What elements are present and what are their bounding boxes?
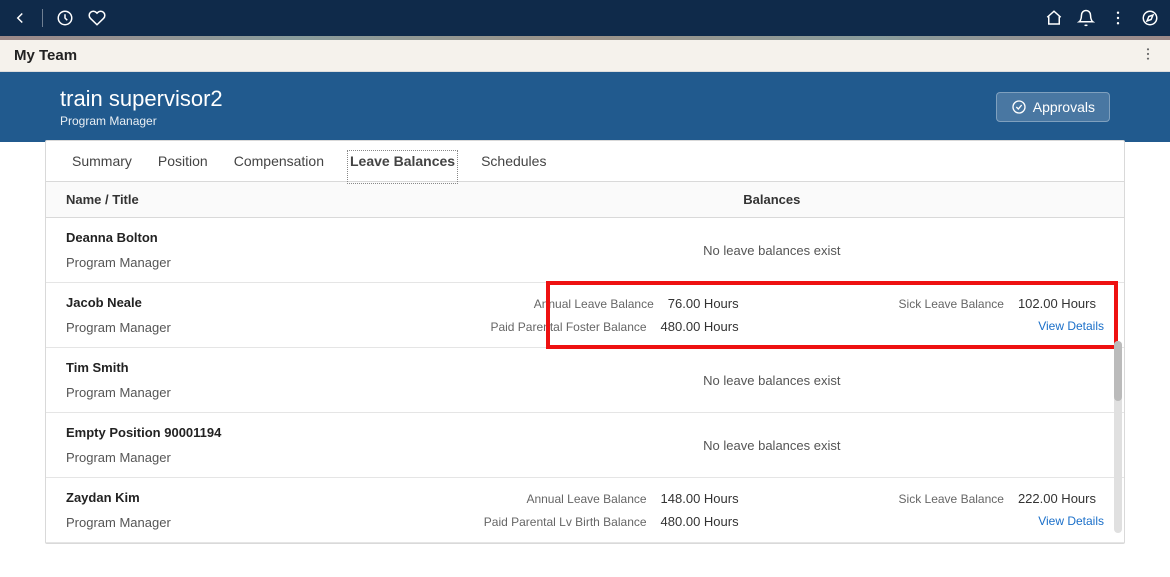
employee-name: Deanna Bolton [66,230,440,245]
approvals-label: Approvals [1033,99,1095,115]
accent-strip [0,36,1170,40]
employee-title: Program Manager [66,320,440,335]
table-row: Deanna Bolton Program ManagerNo leave bal… [46,218,1124,283]
content-card: Summary Position Compensation Leave Balance… [45,140,1125,544]
balance-label: Paid Parental Foster Balance [490,320,646,334]
balance-value: 148.00 Hours [661,491,739,506]
table-row: Empty Position 90001194 Program ManagerNo… [46,413,1124,478]
employee-title: Program Manager [66,450,440,465]
tab-compensation[interactable]: Compensation [234,153,324,181]
balance-value: 76.00 Hours [668,296,739,311]
balance-label: Annual Leave Balance [534,297,654,311]
tab-summary[interactable]: Summary [72,153,132,181]
employee-name: Zaydan Kim [66,490,440,505]
balance-label: Sick Leave Balance [899,492,1004,506]
column-name: Name / Title [66,192,440,207]
top-nav-bar [0,0,1170,36]
employee-title: Program Manager [66,385,440,400]
tab-position[interactable]: Position [158,153,208,181]
tabs: Summary Position Compensation Leave Balance… [46,141,1124,182]
tab-leave-balances[interactable]: Leave Balances [350,153,455,181]
home-icon[interactable] [1044,8,1064,28]
favorite-icon[interactable] [87,8,107,28]
page-title: My Team [14,47,77,64]
balance-label: Paid Parental Lv Birth Balance [484,515,647,529]
supervisor-role: Program Manager [60,114,223,128]
balance-value: 480.00 Hours [661,514,739,529]
balance-value: 480.00 Hours [661,319,739,334]
check-circle-icon [1011,99,1027,115]
approvals-button[interactable]: Approvals [996,92,1110,122]
scrollbar-thumb[interactable] [1114,341,1122,401]
no-balances-text: No leave balances exist [440,243,1104,258]
employee-name: Empty Position 90001194 [66,425,440,440]
rows-container: Deanna BoltonProgram ManagerNo leave bal… [46,218,1124,543]
employee-title: Program Manager [66,515,440,530]
tab-schedules[interactable]: Schedules [481,153,546,181]
page-title-bar: My Team [0,40,1170,72]
recent-icon[interactable] [55,8,75,28]
balance-label: Sick Leave Balance [899,297,1004,311]
table-row: Zaydan Kim Program Manager Annual Leave Ba… [46,478,1124,543]
supervisor-name: train supervisor2 [60,86,223,112]
table-row: Tim Smith Program ManagerNo leave balance… [46,348,1124,413]
balance-value: 222.00 Hours [1018,491,1096,506]
employee-name: Jacob Neale [66,295,440,310]
back-icon[interactable] [10,8,30,28]
view-details-link[interactable]: View Details [1038,514,1104,528]
table-row: Jacob Neale Program Manager Annual Leave B… [46,283,1124,348]
compass-icon[interactable] [1140,8,1160,28]
employee-name: Tim Smith [66,360,440,375]
profile-header: train supervisor2 Program Manager Approv… [0,72,1170,142]
table-header: Name / Title Balances [46,182,1124,218]
notifications-icon[interactable] [1076,8,1096,28]
no-balances-text: No leave balances exist [440,373,1104,388]
page-menu-icon[interactable] [1140,46,1156,65]
balance-value: 102.00 Hours [1018,296,1096,311]
column-balances: Balances [440,192,1104,207]
no-balances-text: No leave balances exist [440,438,1104,453]
balance-label: Annual Leave Balance [526,492,646,506]
view-details-link[interactable]: View Details [1038,319,1104,333]
employee-title: Program Manager [66,255,440,270]
kebab-menu-icon[interactable] [1108,8,1128,28]
